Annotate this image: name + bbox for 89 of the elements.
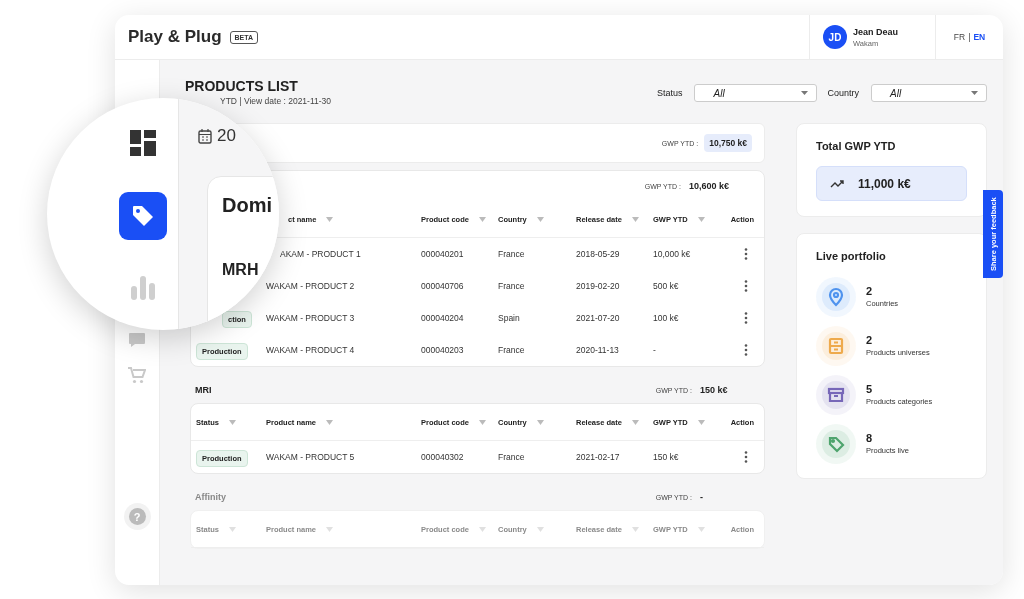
table-cell-text: 2021-02-17 [576, 452, 621, 462]
section-title: MRH [222, 261, 259, 279]
page-title: PRODUCTS LIST [185, 78, 299, 94]
table-cell-text: 2021-07-20 [576, 313, 621, 323]
table-cell-text: 10,000 k€ [653, 249, 692, 259]
table-cell-text: France [498, 345, 526, 355]
calendar-icon [198, 129, 212, 144]
language-link[interactable]: EN [973, 32, 986, 42]
cart-icon[interactable] [128, 367, 146, 384]
date-text: 20 [217, 126, 236, 146]
total-value: 11,000 k€ [858, 176, 911, 191]
sort-icon[interactable] [631, 216, 639, 222]
avatar[interactable]: JD [823, 25, 847, 49]
sort-icon[interactable] [478, 526, 486, 532]
table-cell-text: WAKAM - PRODUCT 5 [266, 452, 356, 462]
table-cell-text: 000040302 [421, 452, 465, 462]
table-cell-text: AKAM - PRODUCT 1 [279, 249, 362, 259]
table-cell-text: 2018-05-29 [576, 249, 621, 259]
table-cell-text: 000040706 [421, 281, 465, 291]
table-cell-text: Spain [498, 313, 521, 323]
dashboard-icon [130, 130, 156, 156]
sort-icon[interactable] [631, 526, 639, 532]
logo: Play & Plug [128, 27, 222, 47]
portfolio-count: 2 [866, 285, 874, 297]
group-title: Domi [222, 194, 272, 217]
card-title: Total GWP YTD [816, 140, 897, 152]
trend-icon [830, 179, 844, 188]
table-cell-text: 000040203 [421, 345, 465, 355]
sort-icon[interactable] [536, 526, 544, 532]
table-cell-text: - [653, 345, 657, 355]
portfolio-count: 2 [866, 334, 874, 346]
sort-icon[interactable] [326, 526, 333, 532]
drawer-icon [816, 325, 856, 366]
table-cell-text: WAKAM - PRODUCT 3 [266, 313, 356, 323]
filter-label: Status [656, 88, 683, 98]
sort-icon[interactable] [536, 419, 544, 425]
language-separator: | [968, 32, 971, 42]
table-cell-text: France [498, 249, 526, 259]
sort-icon[interactable] [478, 419, 486, 425]
table-cell-text: France [498, 452, 526, 462]
portfolio-count: 8 [866, 432, 874, 444]
filter-select[interactable]: All [694, 84, 818, 102]
sort-icon[interactable] [228, 526, 236, 532]
gwp-value: 150 k€ [700, 385, 729, 395]
table-cell-text: 100 k€ [653, 313, 680, 323]
tag-icon [816, 423, 856, 464]
user-name: Jean Deau [853, 26, 899, 37]
sort-icon[interactable] [631, 419, 639, 425]
more-icon[interactable] [744, 280, 748, 292]
sort-icon[interactable] [697, 526, 705, 532]
sort-icon[interactable] [697, 419, 705, 425]
filter-label: Country [827, 88, 859, 98]
table-cell-text: WAKAM - PRODUCT 4 [266, 345, 356, 355]
gwp-value: 10,600 k€ [689, 181, 731, 191]
table-cell-text: 500 k€ [653, 281, 680, 291]
view-date: YTD | View date : 2021-11-30 [219, 96, 332, 106]
sort-icon[interactable] [326, 419, 333, 425]
gwp-value: - [700, 492, 704, 502]
table-cell-text: France [498, 281, 526, 291]
table-cell-text: 150 k€ [653, 452, 680, 462]
language-link[interactable]: FR [953, 32, 966, 42]
tag-icon [130, 203, 156, 229]
gwp-total-badge: 10,750 k€ [704, 134, 752, 152]
sort-icon[interactable] [326, 216, 334, 222]
more-icon[interactable] [744, 248, 748, 260]
sort-icon[interactable] [697, 216, 705, 222]
nav-button[interactable] [119, 192, 167, 240]
table-cell-text: 2019-02-20 [576, 281, 621, 291]
table-cell-text: 000040201 [421, 249, 465, 259]
portfolio-count: 5 [866, 383, 874, 395]
card-title: Live portfolio [816, 250, 887, 262]
more-icon[interactable] [744, 451, 748, 463]
caret-icon [801, 91, 809, 95]
more-icon[interactable] [744, 312, 748, 324]
location-pin-icon [816, 276, 856, 317]
archive-box-icon [816, 374, 856, 415]
more-icon[interactable] [744, 344, 748, 356]
table-cell-text: 2020-11-13 [576, 345, 620, 355]
section-title: MRI [194, 385, 212, 395]
caret-icon [971, 91, 978, 95]
table-cell-text: WAKAM - PRODUCT 2 [266, 281, 356, 291]
table-cell-text: 000040204 [421, 313, 465, 323]
chart-icon [130, 274, 156, 300]
filter-select[interactable]: All [871, 84, 987, 102]
sort-icon[interactable] [228, 419, 236, 425]
chat-icon[interactable] [128, 332, 146, 348]
sort-icon[interactable] [478, 216, 486, 222]
sort-icon[interactable] [536, 216, 544, 222]
section-title: Affinity [194, 492, 226, 502]
